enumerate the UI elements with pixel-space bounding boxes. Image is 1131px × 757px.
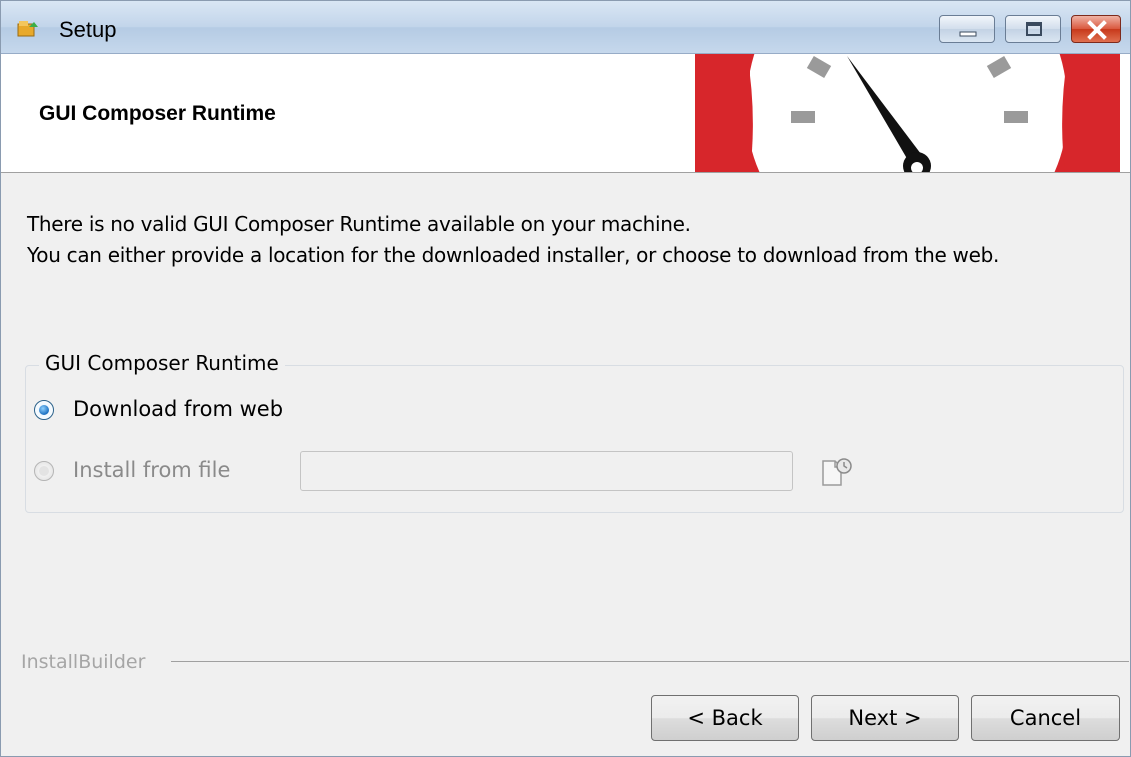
- back-button[interactable]: < Back: [651, 695, 799, 741]
- footer-divider: [171, 661, 1129, 662]
- install-from-file-radio[interactable]: [34, 461, 54, 481]
- browse-file-icon[interactable]: [819, 457, 855, 489]
- wizard-header: GUI Composer Runtime: [1, 54, 1130, 173]
- install-from-file-label[interactable]: Install from file: [73, 458, 230, 482]
- group-label: GUI Composer Runtime: [39, 351, 285, 375]
- gauge-speedometer-icon: [695, 54, 1120, 172]
- setup-window: Setup GUI Composer Runtime There is no v…: [0, 0, 1131, 757]
- maximize-icon: [1026, 22, 1042, 36]
- minimize-icon: [959, 31, 977, 37]
- cancel-button[interactable]: Cancel: [971, 695, 1120, 741]
- download-from-web-label[interactable]: Download from web: [73, 397, 283, 421]
- setup-app-icon: [17, 21, 38, 37]
- intro-line-2: You can either provide a location for th…: [27, 243, 1000, 267]
- minimize-button[interactable]: [939, 15, 995, 43]
- download-from-web-radio[interactable]: [34, 400, 54, 420]
- close-icon: [1087, 20, 1107, 40]
- intro-text: There is no valid GUI Composer Runtime a…: [27, 209, 999, 271]
- installbuilder-brand: InstallBuilder: [21, 651, 146, 673]
- close-button[interactable]: [1071, 15, 1121, 43]
- page-title: GUI Composer Runtime: [39, 102, 276, 125]
- installer-file-path-input[interactable]: [300, 451, 793, 491]
- intro-line-1: There is no valid GUI Composer Runtime a…: [27, 212, 691, 236]
- maximize-button[interactable]: [1005, 15, 1061, 43]
- next-button[interactable]: Next >: [811, 695, 959, 741]
- window-title: Setup: [59, 17, 117, 42]
- title-bar[interactable]: Setup: [1, 1, 1130, 54]
